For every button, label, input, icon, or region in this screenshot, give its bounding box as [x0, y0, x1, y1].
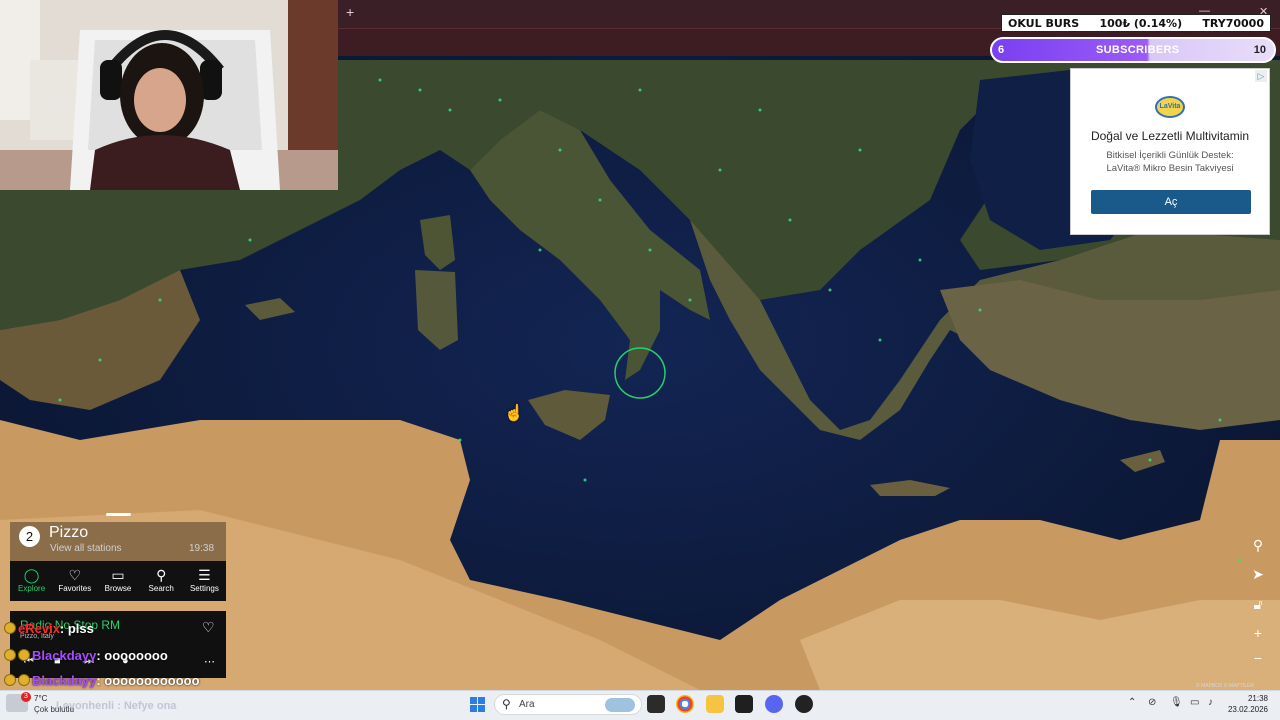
taskbar-search[interactable]: ⚲ Ara: [494, 694, 642, 715]
radio-nav-bar: ◯ Explore ♡ Favorites ▭ Browse ⚲ Search …: [10, 561, 226, 601]
webcam-feed: [0, 0, 338, 190]
display-icon[interactable]: ▭: [1190, 697, 1199, 708]
view-all-stations-link[interactable]: View all stations: [50, 543, 122, 554]
zoom-in-icon[interactable]: +: [1250, 625, 1266, 641]
chrome-icon[interactable]: [676, 695, 694, 713]
zoom-out-icon[interactable]: −: [1250, 650, 1266, 666]
donation-goal-bar: OKUL BURS 100₺ (0.14%) TRY70000: [1001, 14, 1271, 32]
chat-message: Blackdayy: oooooooooooo: [4, 673, 200, 688]
goal-label: OKUL BURS: [1008, 16, 1080, 30]
nav-settings[interactable]: ☰ Settings: [183, 561, 226, 601]
network-off-icon[interactable]: ⊘: [1148, 697, 1156, 708]
chat-ghost-text: Leyonhenli : Nefye ona: [56, 700, 177, 712]
discord-icon[interactable]: [765, 695, 783, 713]
subs-label: SUBSCRIBERS: [1096, 44, 1180, 56]
clock-date: 23.02.2026: [1227, 705, 1268, 714]
file-explorer-icon[interactable]: [706, 695, 724, 713]
obs-icon[interactable]: [795, 695, 813, 713]
nav-favorites[interactable]: ♡ Favorites: [53, 561, 96, 601]
ad-desc-line2: LaVita® Mikro Besin Takviyesi: [1106, 163, 1234, 174]
map-attribution: © MAPBOX © MAPTILER: [1196, 683, 1254, 689]
subs-target: 10: [1253, 44, 1266, 56]
location-name: Pizzo: [49, 524, 89, 541]
chat-message: eRevix: plss: [4, 621, 94, 636]
lock-icon[interactable]: 🔓︎: [1250, 596, 1266, 613]
heart-icon: ♡: [68, 567, 82, 583]
chat-badge-icon: [4, 674, 16, 686]
subscriber-goal-bar: 6 SUBSCRIBERS 10: [990, 37, 1276, 63]
task-view-icon[interactable]: [647, 695, 665, 713]
search-highlight-icon: [605, 698, 635, 712]
ad-description: Bitkisel İçerikli Günlük Destek: LaVita®…: [1071, 149, 1269, 175]
locate-me-icon[interactable]: ➤: [1250, 566, 1266, 583]
chat-badge-icon: [4, 649, 16, 661]
ad-open-button[interactable]: Aç: [1091, 190, 1251, 214]
chat-username: Blackdayy: [32, 648, 97, 663]
microphone-icon[interactable]: 🎙︎: [1170, 697, 1183, 708]
search-placeholder: Ara: [519, 699, 535, 710]
menu-icon: ☰: [198, 567, 211, 583]
system-clock[interactable]: 21:38 23.02.2026: [1226, 693, 1268, 715]
windows-start-icon[interactable]: [470, 697, 485, 712]
goal-amount: 100₺ (0.14%): [1099, 16, 1183, 30]
brand-logo: LaVita: [1155, 96, 1185, 118]
chat-badge-icon: [4, 622, 16, 634]
weather-alert-badge: 3: [21, 692, 31, 702]
nav-browse-label: Browse: [104, 584, 132, 593]
nav-search-label: Search: [148, 584, 174, 593]
chat-text: : oooooooo: [96, 648, 168, 663]
nav-favorites-label: Favorites: [58, 584, 92, 593]
nav-browse[interactable]: ▭ Browse: [96, 561, 139, 601]
hand-cursor-icon: ☝: [504, 405, 524, 422]
volume-icon[interactable]: ♪: [1208, 697, 1213, 708]
local-time: 19:38: [189, 543, 215, 554]
map-pin-icon[interactable]: ⚲: [1250, 537, 1266, 554]
search-icon: ⚲: [502, 697, 511, 711]
webcam-image: [0, 0, 338, 190]
more-options-icon[interactable]: ⋯: [204, 655, 215, 668]
panel-drag-handle[interactable]: [106, 513, 131, 516]
nav-search[interactable]: ⚲ Search: [140, 561, 183, 601]
map-icon: ▭: [111, 567, 125, 583]
terminal-icon[interactable]: [735, 695, 753, 713]
goal-target: TRY70000: [1202, 16, 1264, 30]
ad-title: Doğal ve Lezzetli Multivitamin: [1090, 129, 1250, 143]
nav-settings-label: Settings: [189, 584, 219, 593]
chat-username: Blackdayy: [32, 673, 97, 688]
subs-current: 6: [998, 44, 1005, 56]
new-tab-button[interactable]: +: [346, 4, 354, 20]
clock-time: 21:38: [1247, 694, 1268, 703]
tray-overflow-icon[interactable]: ⌃: [1128, 697, 1136, 708]
chat-badge-icon: [18, 674, 30, 686]
explore-icon: ◯: [23, 567, 40, 583]
search-icon: ⚲: [156, 567, 167, 583]
chat-text: : plss: [59, 621, 94, 636]
nav-explore-label: Explore: [18, 584, 46, 593]
favorite-heart-icon[interactable]: ♡: [202, 619, 215, 636]
screen: + — ✕ ☆ ≡ ◯ OKUL BURS 100₺ (0.14%): [0, 0, 1280, 720]
chat-username: eRevix: [18, 621, 60, 636]
chat-message: Blackdayy: oooooooo: [4, 648, 168, 663]
adchoices-icon[interactable]: ▷: [1255, 70, 1267, 82]
nav-explore[interactable]: ◯ Explore: [10, 561, 53, 601]
chat-badge-icon: [18, 649, 30, 661]
ad-desc-line1: Bitkisel İçerikli Günlük Destek:: [1106, 150, 1234, 161]
chat-text: : oooooooooooo: [96, 673, 200, 688]
temperature: 7°C: [34, 694, 48, 703]
station-count-badge: 2: [19, 526, 40, 547]
advertisement[interactable]: ▷ LaVita Doğal ve Lezzetli Multivitamin …: [1070, 68, 1270, 235]
